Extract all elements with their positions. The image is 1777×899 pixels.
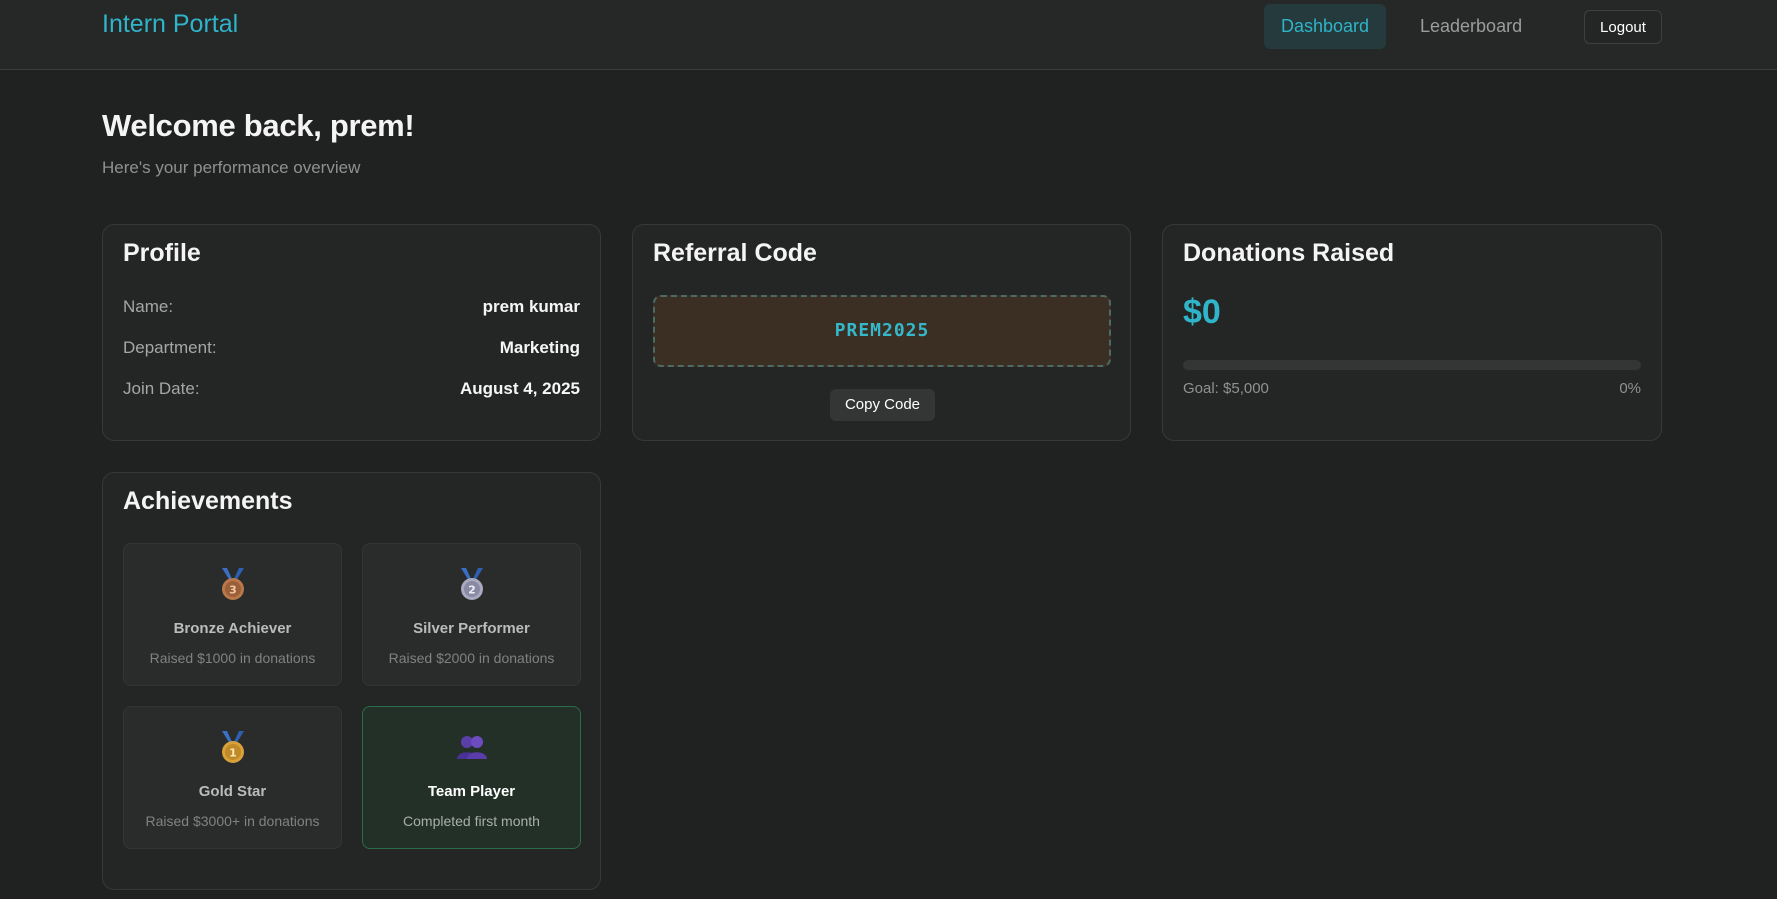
svg-text:2: 2 <box>468 584 476 597</box>
achievement-gold: 1 Gold Star Raised $3000+ in donations <box>123 706 342 849</box>
page-subtitle: Here's your performance overview <box>102 158 361 177</box>
bronze-medal-icon: 3 <box>124 568 341 602</box>
achievement-desc: Raised $1000 in donations <box>149 650 316 666</box>
achievements-title: Achievements <box>123 487 293 515</box>
achievement-name: Gold Star <box>198 783 267 800</box>
logout-button[interactable]: Logout <box>1584 10 1662 44</box>
achievement-name: Silver Performer <box>413 620 530 637</box>
name-label: Name: <box>123 297 174 316</box>
svg-text:1: 1 <box>229 747 237 760</box>
donations-goal: Goal: $5,000 <box>1183 380 1269 397</box>
svg-text:3: 3 <box>229 584 237 597</box>
achievement-bronze: 3 Bronze Achiever Raised $1000 in donati… <box>123 543 342 686</box>
department-label: Department: <box>123 338 217 357</box>
join-date-label: Join Date: <box>123 379 200 398</box>
achievements-card: Achievements 3 Bronze Achiever Raised $1… <box>102 472 601 890</box>
gold-medal-icon: 1 <box>124 731 341 765</box>
nav-dashboard[interactable]: Dashboard <box>1264 4 1386 49</box>
referral-card: Referral Code PREM2025 Copy Code <box>632 224 1131 441</box>
achievement-name: Bronze Achiever <box>173 620 292 637</box>
brand-logo[interactable]: Intern Portal <box>102 10 238 39</box>
nav-leaderboard[interactable]: Leaderboard <box>1420 4 1522 49</box>
achievement-silver: 2 Silver Performer Raised $2000 in donat… <box>362 543 581 686</box>
copy-code-button[interactable]: Copy Code <box>830 389 935 421</box>
donations-card: Donations Raised $0 Goal: $5,000 0% <box>1162 224 1662 441</box>
department-value: Marketing <box>499 338 580 357</box>
profile-card: Profile Name: prem kumar Department: Mar… <box>102 224 601 441</box>
referral-code-display[interactable]: PREM2025 <box>653 295 1111 367</box>
donations-title: Donations Raised <box>1183 239 1395 267</box>
referral-title: Referral Code <box>653 239 817 267</box>
page-title: Welcome back, prem! <box>102 108 415 143</box>
achievement-name: Team Player <box>427 783 516 800</box>
achievement-team-player: Team Player Completed first month <box>362 706 581 849</box>
name-value: prem kumar <box>482 297 580 316</box>
achievement-desc: Completed first month <box>403 813 540 829</box>
team-icon <box>363 731 580 765</box>
join-date-value: August 4, 2025 <box>460 379 580 398</box>
silver-medal-icon: 2 <box>363 568 580 602</box>
achievement-desc: Raised $3000+ in donations <box>145 813 320 829</box>
donations-percent: 0% <box>1619 380 1641 397</box>
top-navbar: Intern Portal Dashboard Leaderboard Logo… <box>0 0 1777 70</box>
achievement-desc: Raised $2000 in donations <box>388 650 555 666</box>
donations-amount: $0 <box>1183 293 1221 331</box>
profile-title: Profile <box>123 239 201 267</box>
donations-progress-bar <box>1183 360 1641 370</box>
